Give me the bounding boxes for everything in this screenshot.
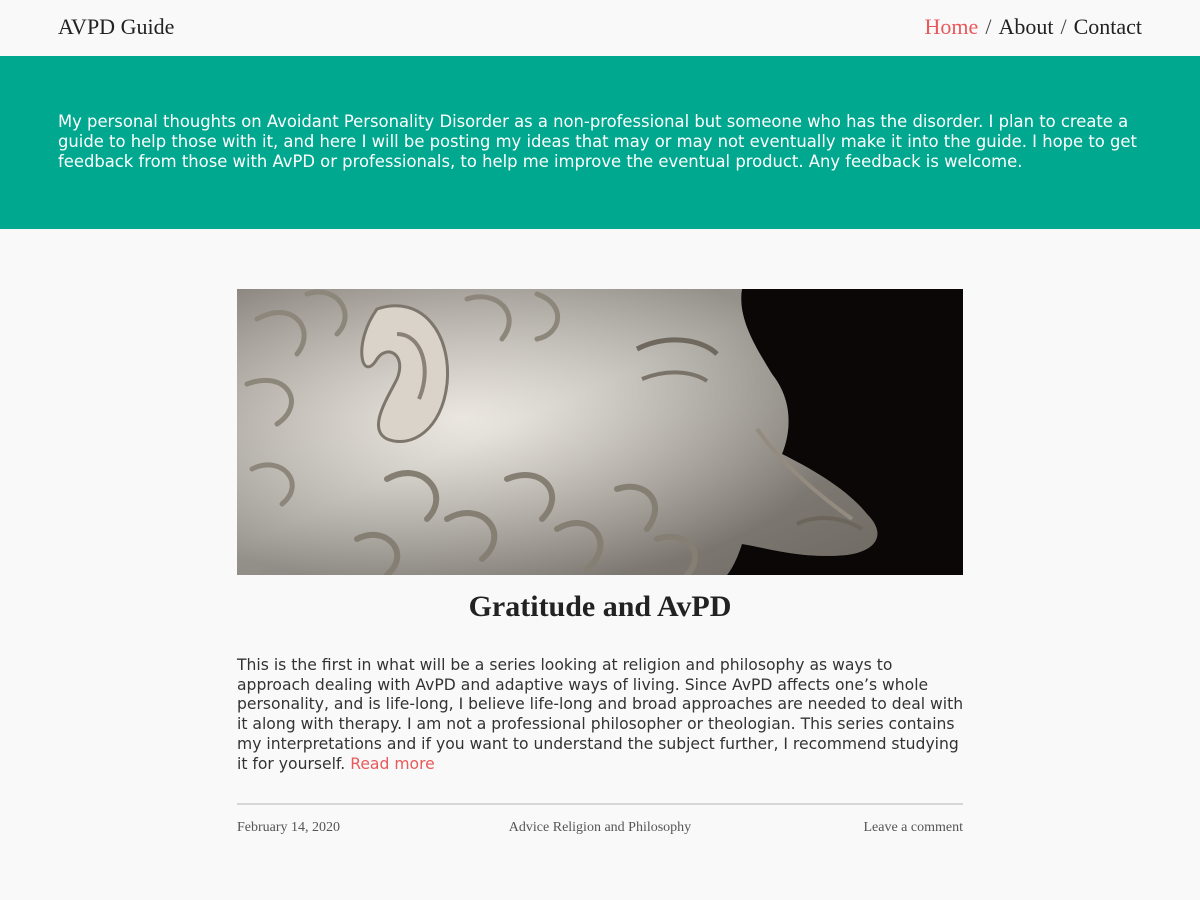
post-title[interactable]: Gratitude and AvPD xyxy=(237,590,963,624)
leave-comment-link[interactable]: Leave a comment xyxy=(863,820,963,836)
nav-home[interactable]: Home xyxy=(925,14,979,40)
featured-image[interactable] xyxy=(237,289,963,575)
site-description: My personal thoughts on Avoidant Persona… xyxy=(58,112,1137,171)
post-divider xyxy=(237,803,963,805)
nav-about[interactable]: About xyxy=(998,14,1053,40)
site-description-banner: My personal thoughts on Avoidant Persona… xyxy=(0,56,1200,229)
nav-contact[interactable]: Contact xyxy=(1074,14,1142,40)
main-nav: Home / About / Contact xyxy=(925,14,1142,40)
site-header: AVPD Guide Home / About / Contact xyxy=(0,0,1200,56)
post-excerpt: This is the first in what will be a seri… xyxy=(237,656,967,774)
post-excerpt-text: This is the first in what will be a seri… xyxy=(237,656,964,773)
site-title[interactable]: AVPD Guide xyxy=(58,14,174,40)
marble-bust-image xyxy=(237,289,963,575)
post-categories[interactable]: Advice Religion and Philosophy xyxy=(237,820,963,836)
nav-separator: / xyxy=(1060,14,1067,39)
read-more-link[interactable]: Read more xyxy=(350,755,435,773)
nav-separator: / xyxy=(985,14,992,39)
